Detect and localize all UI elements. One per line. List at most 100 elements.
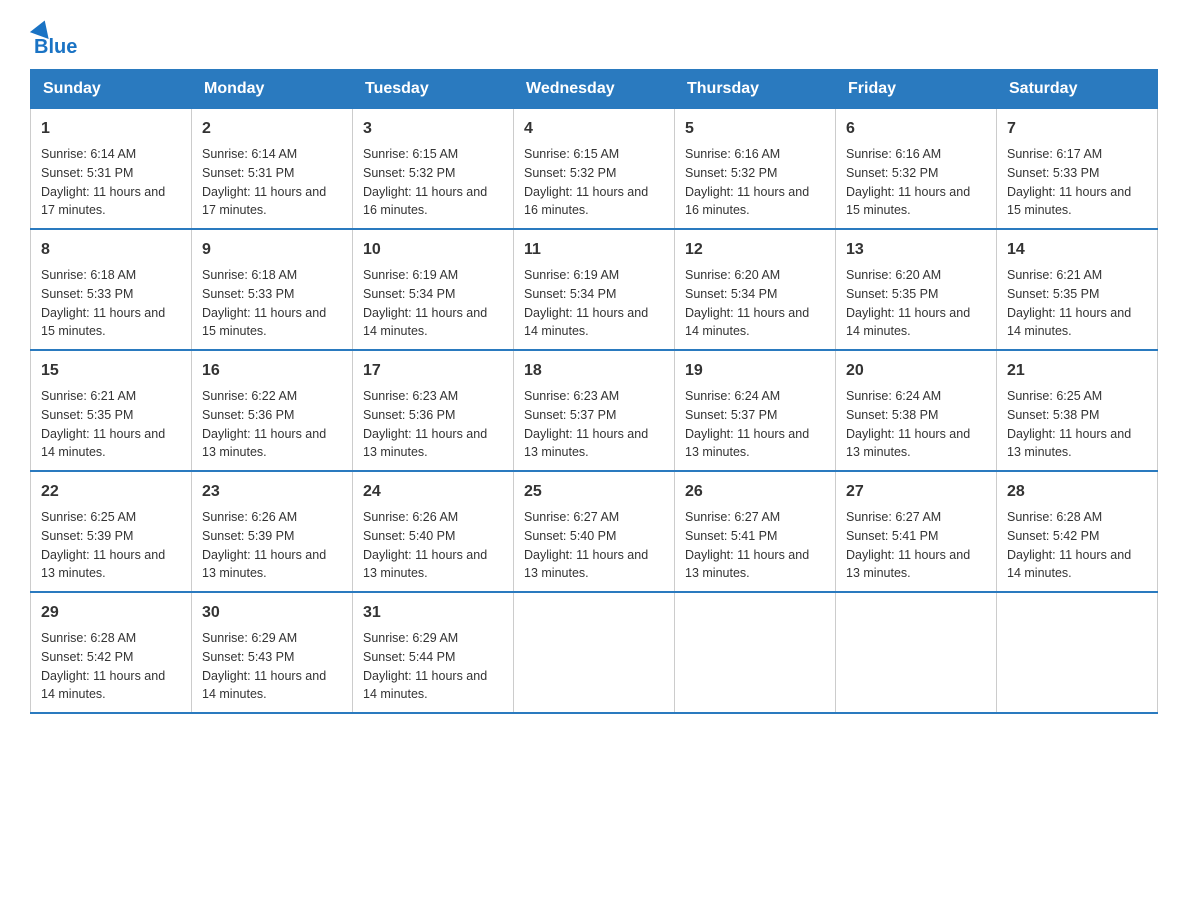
calendar-cell: 20 Sunrise: 6:24 AMSunset: 5:38 PMDayligh… <box>836 350 997 471</box>
calendar-cell: 21 Sunrise: 6:25 AMSunset: 5:38 PMDayligh… <box>997 350 1158 471</box>
calendar-cell: 25Sunrise: 6:27 AMSunset: 5:40 PMDayligh… <box>514 471 675 592</box>
calendar-cell <box>514 592 675 713</box>
day-number: 8 <box>41 238 181 262</box>
calendar-cell: 28Sunrise: 6:28 AMSunset: 5:42 PMDayligh… <box>997 471 1158 592</box>
day-number: 5 <box>685 117 825 141</box>
day-detail: Sunrise: 6:15 AMSunset: 5:32 PMDaylight:… <box>363 145 503 220</box>
day-number: 20 <box>846 359 986 383</box>
day-number: 14 <box>1007 238 1147 262</box>
day-number: 22 <box>41 480 181 504</box>
calendar-cell: 6Sunrise: 6:16 AMSunset: 5:32 PMDaylight… <box>836 109 997 230</box>
calendar-week-row: 1 Sunrise: 6:14 AMSunset: 5:31 PMDaylight… <box>31 109 1158 230</box>
day-number: 30 <box>202 601 342 625</box>
day-number: 12 <box>685 238 825 262</box>
day-number: 31 <box>363 601 503 625</box>
calendar-cell: 23 Sunrise: 6:26 AMSunset: 5:39 PMDayligh… <box>192 471 353 592</box>
day-detail: Sunrise: 6:20 AMSunset: 5:34 PMDaylight:… <box>685 266 825 341</box>
day-number: 11 <box>524 238 664 262</box>
day-number: 21 <box>1007 359 1147 383</box>
logo-subtitle: Blue <box>34 36 77 59</box>
day-detail: Sunrise: 6:24 AMSunset: 5:38 PMDaylight:… <box>846 387 986 462</box>
day-detail: Sunrise: 6:29 AMSunset: 5:44 PMDaylight:… <box>363 629 503 704</box>
day-detail: Sunrise: 6:18 AMSunset: 5:33 PMDaylight:… <box>202 266 342 341</box>
calendar-cell: 19 Sunrise: 6:24 AMSunset: 5:37 PMDayligh… <box>675 350 836 471</box>
day-number: 26 <box>685 480 825 504</box>
day-detail: Sunrise: 6:24 AMSunset: 5:37 PMDaylight:… <box>685 387 825 462</box>
day-number: 29 <box>41 601 181 625</box>
day-detail: Sunrise: 6:18 AMSunset: 5:33 PMDaylight:… <box>41 266 181 341</box>
day-number: 19 <box>685 359 825 383</box>
day-number: 28 <box>1007 480 1147 504</box>
calendar-cell <box>675 592 836 713</box>
calendar-cell: 10 Sunrise: 6:19 AMSunset: 5:34 PMDayligh… <box>353 229 514 350</box>
day-number: 15 <box>41 359 181 383</box>
day-number: 13 <box>846 238 986 262</box>
day-detail: Sunrise: 6:21 AMSunset: 5:35 PMDaylight:… <box>1007 266 1147 341</box>
calendar-cell: 31 Sunrise: 6:29 AMSunset: 5:44 PMDayligh… <box>353 592 514 713</box>
calendar-cell: 14 Sunrise: 6:21 AMSunset: 5:35 PMDayligh… <box>997 229 1158 350</box>
day-number: 9 <box>202 238 342 262</box>
day-number: 2 <box>202 117 342 141</box>
calendar-cell: 16 Sunrise: 6:22 AMSunset: 5:36 PMDayligh… <box>192 350 353 471</box>
calendar-header-row: SundayMondayTuesdayWednesdayThursdayFrid… <box>31 70 1158 109</box>
day-number: 24 <box>363 480 503 504</box>
calendar-cell: 2 Sunrise: 6:14 AMSunset: 5:31 PMDaylight… <box>192 109 353 230</box>
calendar-cell: 3 Sunrise: 6:15 AMSunset: 5:32 PMDaylight… <box>353 109 514 230</box>
calendar-cell: 11 Sunrise: 6:19 AMSunset: 5:34 PMDayligh… <box>514 229 675 350</box>
calendar-cell: 8 Sunrise: 6:18 AMSunset: 5:33 PMDaylight… <box>31 229 192 350</box>
day-detail: Sunrise: 6:20 AMSunset: 5:35 PMDaylight:… <box>846 266 986 341</box>
page-header: Blue <box>30 20 1158 59</box>
day-number: 27 <box>846 480 986 504</box>
calendar-cell: 12 Sunrise: 6:20 AMSunset: 5:34 PMDayligh… <box>675 229 836 350</box>
calendar-cell: 29 Sunrise: 6:28 AMSunset: 5:42 PMDayligh… <box>31 592 192 713</box>
header-wednesday: Wednesday <box>514 70 675 109</box>
day-detail: Sunrise: 6:26 AMSunset: 5:40 PMDaylight:… <box>363 508 503 583</box>
day-number: 7 <box>1007 117 1147 141</box>
day-detail: Sunrise: 6:25 AMSunset: 5:38 PMDaylight:… <box>1007 387 1147 462</box>
day-number: 17 <box>363 359 503 383</box>
header-sunday: Sunday <box>31 70 192 109</box>
day-number: 1 <box>41 117 181 141</box>
day-detail: Sunrise: 6:14 AMSunset: 5:31 PMDaylight:… <box>202 145 342 220</box>
header-tuesday: Tuesday <box>353 70 514 109</box>
calendar-cell: 15 Sunrise: 6:21 AMSunset: 5:35 PMDayligh… <box>31 350 192 471</box>
day-detail: Sunrise: 6:25 AMSunset: 5:39 PMDaylight:… <box>41 508 181 583</box>
day-detail: Sunrise: 6:17 AMSunset: 5:33 PMDaylight:… <box>1007 145 1147 220</box>
day-detail: Sunrise: 6:27 AMSunset: 5:41 PMDaylight:… <box>685 508 825 583</box>
day-number: 16 <box>202 359 342 383</box>
calendar-cell: 7 Sunrise: 6:17 AMSunset: 5:33 PMDaylight… <box>997 109 1158 230</box>
calendar-week-row: 22 Sunrise: 6:25 AMSunset: 5:39 PMDayligh… <box>31 471 1158 592</box>
day-detail: Sunrise: 6:15 AMSunset: 5:32 PMDaylight:… <box>524 145 664 220</box>
day-detail: Sunrise: 6:16 AMSunset: 5:32 PMDaylight:… <box>846 145 986 220</box>
day-detail: Sunrise: 6:23 AMSunset: 5:37 PMDaylight:… <box>524 387 664 462</box>
calendar-cell: 22 Sunrise: 6:25 AMSunset: 5:39 PMDayligh… <box>31 471 192 592</box>
calendar-cell: 18 Sunrise: 6:23 AMSunset: 5:37 PMDayligh… <box>514 350 675 471</box>
calendar-cell: 17Sunrise: 6:23 AMSunset: 5:36 PMDayligh… <box>353 350 514 471</box>
day-detail: Sunrise: 6:21 AMSunset: 5:35 PMDaylight:… <box>41 387 181 462</box>
calendar-cell: 9 Sunrise: 6:18 AMSunset: 5:33 PMDaylight… <box>192 229 353 350</box>
calendar-cell: 5 Sunrise: 6:16 AMSunset: 5:32 PMDaylight… <box>675 109 836 230</box>
day-detail: Sunrise: 6:16 AMSunset: 5:32 PMDaylight:… <box>685 145 825 220</box>
day-detail: Sunrise: 6:28 AMSunset: 5:42 PMDaylight:… <box>41 629 181 704</box>
calendar-cell <box>997 592 1158 713</box>
day-detail: Sunrise: 6:27 AMSunset: 5:41 PMDaylight:… <box>846 508 986 583</box>
header-saturday: Saturday <box>997 70 1158 109</box>
header-monday: Monday <box>192 70 353 109</box>
calendar-cell: 4Sunrise: 6:15 AMSunset: 5:32 PMDaylight… <box>514 109 675 230</box>
day-detail: Sunrise: 6:26 AMSunset: 5:39 PMDaylight:… <box>202 508 342 583</box>
day-number: 10 <box>363 238 503 262</box>
calendar-cell: 27 Sunrise: 6:27 AMSunset: 5:41 PMDayligh… <box>836 471 997 592</box>
calendar-cell: 13 Sunrise: 6:20 AMSunset: 5:35 PMDayligh… <box>836 229 997 350</box>
day-number: 3 <box>363 117 503 141</box>
header-friday: Friday <box>836 70 997 109</box>
calendar-cell: 24 Sunrise: 6:26 AMSunset: 5:40 PMDayligh… <box>353 471 514 592</box>
day-detail: Sunrise: 6:22 AMSunset: 5:36 PMDaylight:… <box>202 387 342 462</box>
day-detail: Sunrise: 6:19 AMSunset: 5:34 PMDaylight:… <box>524 266 664 341</box>
day-number: 18 <box>524 359 664 383</box>
day-detail: Sunrise: 6:19 AMSunset: 5:34 PMDaylight:… <box>363 266 503 341</box>
calendar-table: SundayMondayTuesdayWednesdayThursdayFrid… <box>30 69 1158 714</box>
day-detail: Sunrise: 6:29 AMSunset: 5:43 PMDaylight:… <box>202 629 342 704</box>
day-number: 25 <box>524 480 664 504</box>
header-thursday: Thursday <box>675 70 836 109</box>
day-number: 23 <box>202 480 342 504</box>
